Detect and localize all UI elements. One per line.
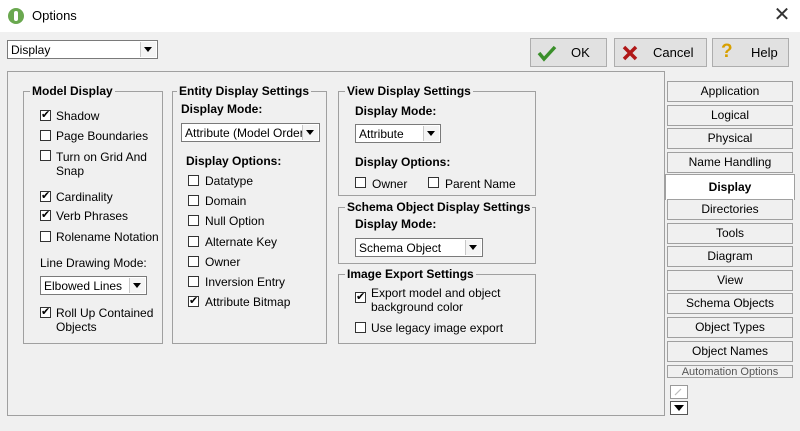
triangle-down-icon [674, 405, 684, 411]
shadow-label: Shadow [56, 109, 100, 123]
verb-phrases-checkbox[interactable] [40, 208, 51, 221]
cardinality-label: Cardinality [56, 190, 113, 204]
legacy-export-label: Use legacy image export [371, 321, 504, 335]
view-owner-label: Owner [372, 177, 408, 191]
category-select-value: Display [11, 43, 51, 57]
window-title: Options [32, 8, 77, 23]
owner-checkbox[interactable] [188, 256, 199, 267]
entity-options-label: Display Options: [186, 154, 282, 168]
view-options-label: Display Options: [355, 155, 451, 169]
datatype-checkbox[interactable] [188, 175, 199, 186]
line-drawing-mode-value: Elbowed Lines [44, 279, 123, 293]
parent-name-label: Parent Name [445, 177, 516, 191]
tab-view[interactable]: View [667, 270, 793, 291]
tab-object-types[interactable]: Object Types [667, 317, 793, 338]
line-drawing-mode-label: Line Drawing Mode: [40, 256, 147, 270]
parent-name-checkbox[interactable] [428, 177, 439, 188]
entity-mode-value: Attribute (Model Order) [185, 126, 308, 140]
rollup-objects-checkbox[interactable] [40, 305, 51, 318]
cancel-label: Cancel [653, 45, 694, 60]
legacy-export-checkbox[interactable] [355, 322, 366, 333]
chevron-down-icon[interactable] [423, 126, 439, 141]
ok-label: OK [571, 45, 590, 60]
page-boundaries-label: Page Boundaries [56, 129, 149, 143]
schema-mode-label: Display Mode: [355, 217, 437, 231]
export-background-label-line2: background color [371, 300, 464, 314]
export-background-checkbox[interactable] [355, 290, 366, 303]
tab-logical[interactable]: Logical [667, 105, 793, 126]
chevron-down-icon[interactable] [302, 125, 318, 140]
tab-directories[interactable]: Directories [667, 199, 793, 220]
grid-snap-checkbox[interactable] [40, 150, 51, 161]
datatype-label: Datatype [205, 174, 254, 188]
cardinality-checkbox[interactable] [40, 189, 51, 202]
chevron-down-icon[interactable] [140, 42, 156, 57]
shadow-checkbox[interactable] [40, 108, 51, 121]
tab-automation-options[interactable]: Automation Options [667, 365, 793, 378]
cancel-button[interactable]: Cancel [614, 38, 707, 67]
help-label: Help [751, 45, 778, 60]
attribute-bitmap-label: Attribute Bitmap [205, 295, 291, 309]
domain-label: Domain [205, 194, 247, 208]
view-display-title: View Display Settings [345, 84, 473, 98]
help-button[interactable]: ? Help [712, 38, 789, 67]
view-mode-value: Attribute [359, 127, 404, 141]
close-icon[interactable]: ✕ [770, 3, 794, 27]
line-drawing-mode-select[interactable]: Elbowed Lines [40, 276, 147, 295]
owner-label: Owner [205, 255, 241, 269]
view-mode-label: Display Mode: [355, 104, 437, 118]
rollup-objects-label-line2: Objects [56, 320, 97, 334]
entity-mode-label: Display Mode: [181, 102, 263, 116]
grid-snap-label-line1: Turn on Grid And [56, 150, 147, 164]
entity-mode-select[interactable]: Attribute (Model Order) [181, 123, 320, 142]
export-background-label-line1: Export model and object [371, 286, 501, 300]
tab-application[interactable]: Application [667, 81, 793, 102]
rolename-notation-checkbox[interactable] [40, 231, 51, 242]
alternate-key-checkbox[interactable] [188, 236, 199, 247]
verb-phrases-label: Verb Phrases [56, 209, 129, 223]
null-option-checkbox[interactable] [188, 215, 199, 226]
page-boundaries-checkbox[interactable] [40, 130, 51, 141]
image-export-title: Image Export Settings [345, 267, 476, 281]
null-option-label: Null Option [205, 214, 265, 228]
category-select[interactable]: Display [7, 40, 158, 59]
tab-tools[interactable]: Tools [667, 223, 793, 244]
title-bar [0, 0, 800, 32]
view-mode-select[interactable]: Attribute [355, 124, 441, 143]
attribute-bitmap-checkbox[interactable] [188, 294, 199, 307]
grid-snap-label-line2: Snap [56, 164, 85, 178]
schema-mode-select[interactable]: Schema Object [355, 238, 483, 257]
question-icon: ? [721, 41, 733, 62]
tab-schema-objects[interactable]: Schema Objects [667, 293, 793, 314]
chevron-down-icon[interactable] [465, 240, 481, 255]
schema-mode-value: Schema Object [359, 241, 442, 255]
app-icon [8, 8, 24, 24]
tab-display[interactable]: Display [665, 174, 795, 200]
model-display-title: Model Display [30, 84, 115, 98]
x-icon [622, 45, 638, 61]
rollup-objects-label-line1: Roll Up Contained [56, 306, 154, 320]
schema-display-title: Schema Object Display Settings [345, 200, 533, 214]
view-owner-checkbox[interactable] [355, 177, 366, 188]
entity-display-title: Entity Display Settings [177, 84, 312, 98]
rolename-notation-label: Rolename Notation [56, 230, 159, 244]
tab-diagram[interactable]: Diagram [667, 246, 793, 267]
tab-scroll-up-button[interactable] [670, 385, 688, 399]
tab-scroll-down-button[interactable] [670, 401, 688, 415]
tab-name-handling[interactable]: Name Handling [667, 152, 793, 173]
alternate-key-label: Alternate Key [205, 235, 278, 249]
checkmark-icon [537, 45, 557, 62]
inversion-entry-label: Inversion Entry [205, 275, 286, 289]
inversion-entry-checkbox[interactable] [188, 276, 199, 287]
tab-physical[interactable]: Physical [667, 128, 793, 149]
chevron-down-icon[interactable] [129, 278, 145, 293]
domain-checkbox[interactable] [188, 195, 199, 206]
scroll-up-icon [674, 388, 682, 396]
tab-object-names[interactable]: Object Names [667, 341, 793, 362]
ok-button[interactable]: OK [530, 38, 607, 67]
